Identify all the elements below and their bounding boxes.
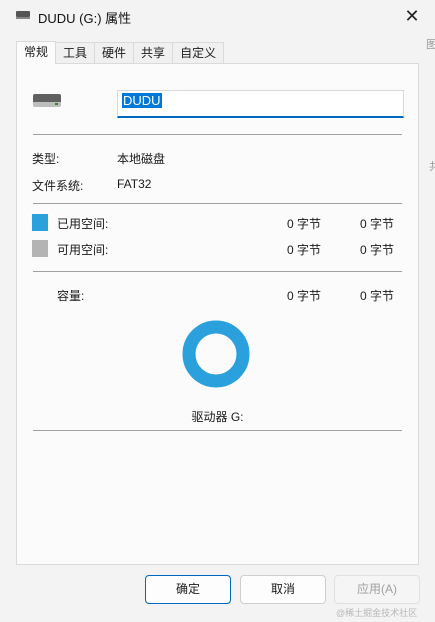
- used-space-bytes: 0 字节: [287, 217, 322, 231]
- divider: [33, 430, 402, 431]
- used-space-label: 已用空间:: [57, 217, 109, 231]
- drive-icon: [33, 94, 61, 108]
- apply-button[interactable]: 应用(A): [334, 575, 420, 604]
- drive-icon: [16, 11, 30, 19]
- tab-hardware[interactable]: 硬件: [94, 42, 135, 63]
- filesystem-label: 文件系统:: [32, 179, 84, 193]
- free-space-bytes: 0 字节: [287, 243, 322, 257]
- capacity-size: 0 字节: [360, 289, 395, 303]
- divider: [33, 271, 402, 272]
- capacity-bytes: 0 字节: [287, 289, 322, 303]
- general-panel: DUDU 类型: 本地磁盘 文件系统: FAT32 已用空间: 0 字节 0 字…: [16, 63, 419, 565]
- cancel-button[interactable]: 取消: [240, 575, 326, 604]
- tab-strip: 常规 工具 硬件 共享 自定义: [16, 41, 225, 64]
- drive-name-input[interactable]: DUDU: [117, 90, 404, 118]
- close-icon: ✕: [404, 6, 420, 26]
- title-bar[interactable]: DUDU (G:) 属性 ✕: [0, 0, 435, 32]
- type-value: 本地磁盘: [117, 152, 166, 166]
- free-space-swatch: [32, 240, 48, 257]
- used-ring: [182, 320, 250, 388]
- tab-general[interactable]: 常规: [16, 41, 57, 64]
- free-space-label: 可用空间:: [57, 243, 109, 257]
- divider: [33, 134, 402, 135]
- ok-button[interactable]: 确定: [145, 575, 231, 604]
- capacity-label: 容量:: [57, 289, 85, 303]
- drive-letter-label: 驱动器 G:: [191, 410, 244, 424]
- background-fragment: 图: [426, 39, 435, 51]
- window-title: DUDU (G:) 属性: [38, 11, 132, 26]
- divider: [33, 203, 402, 204]
- type-label: 类型:: [32, 152, 60, 166]
- background-fragment: 共: [429, 161, 435, 173]
- tab-tools[interactable]: 工具: [55, 42, 96, 63]
- properties-window: DUDU (G:) 属性 ✕ 图 共 常规 工具 硬件 共享 自定义 DUDU …: [0, 0, 435, 622]
- drive-name-value: DUDU: [122, 93, 162, 108]
- filesystem-value: FAT32: [117, 177, 152, 191]
- usage-donut-chart: [182, 320, 250, 388]
- tab-customize[interactable]: 自定义: [172, 42, 225, 63]
- tab-sharing[interactable]: 共享: [133, 42, 174, 63]
- used-space-size: 0 字节: [360, 217, 395, 231]
- used-space-swatch: [32, 214, 48, 231]
- free-space-size: 0 字节: [360, 243, 395, 257]
- watermark: @稀土掘金技术社区: [336, 608, 418, 618]
- close-button[interactable]: ✕: [396, 2, 428, 30]
